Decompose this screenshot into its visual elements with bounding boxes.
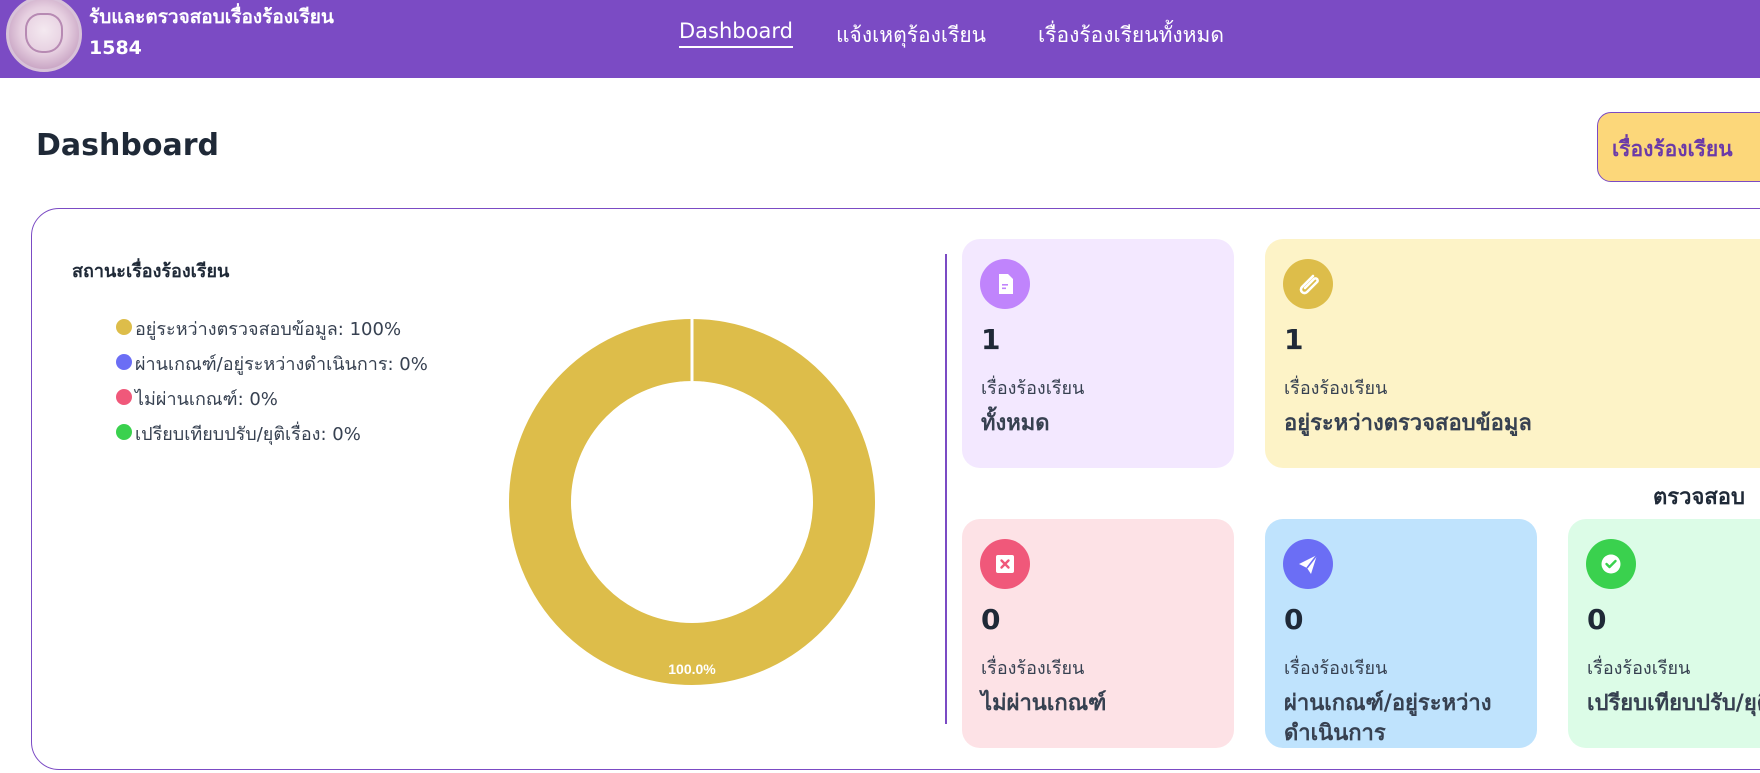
card-rejected-label: ไม่ผ่านเกณฑ์ xyxy=(981,691,1107,716)
slice-label: 100.0% xyxy=(668,661,716,677)
legend-label-rejected: ไม่ผ่านเกณฑ์: 0% xyxy=(135,389,278,410)
close-box-icon xyxy=(980,539,1030,589)
nav-dashboard[interactable]: Dashboard xyxy=(679,19,793,48)
card-rejected[interactable]: 0 เรื่องร้องเรียน ไม่ผ่านเกณฑ์ xyxy=(962,519,1234,748)
card-total[interactable]: 1 เรื่องร้องเรียน ทั้งหมด xyxy=(962,239,1234,468)
legend-dot-checking xyxy=(116,319,132,335)
card-in-progress[interactable]: 0 เรื่องร้องเรียน ผ่านเกณฑ์/อยู่ระหว่างด… xyxy=(1265,519,1537,748)
card-checking-subtitle: เรื่องร้องเรียน xyxy=(1284,378,1388,399)
legend-label-checking: อยู่ระหว่างตรวจสอบข้อมูล: 100% xyxy=(135,319,402,340)
chart-title: สถานะเรื่องร้องเรียน xyxy=(72,261,230,282)
main-nav: Dashboard แจ้งเหตุร้องเรียน เรื่องร้องเร… xyxy=(0,19,1760,59)
card-rejected-count: 0 xyxy=(981,603,1001,636)
complaints-button-label: เรื่องร้องเรียน xyxy=(1612,137,1733,161)
card-total-subtitle: เรื่องร้องเรียน xyxy=(981,378,1085,399)
complaints-button[interactable]: เรื่องร้องเรียน xyxy=(1597,112,1760,182)
nav-all-complaints[interactable]: เรื่องร้องเรียนทั้งหมด xyxy=(1038,19,1224,52)
panel-divider xyxy=(945,254,947,724)
document-icon xyxy=(980,259,1030,309)
check-badge-icon xyxy=(1586,539,1636,589)
card-settled-subtitle: เรื่องร้องเรียน xyxy=(1587,658,1691,679)
card-total-count: 1 xyxy=(981,323,1001,356)
page-title: Dashboard xyxy=(36,128,219,163)
card-settled[interactable]: 0 เรื่องร้องเรียน เปรียบเทียบปรับ/ยุติเร… xyxy=(1568,519,1760,748)
paperclip-icon xyxy=(1283,259,1333,309)
card-settled-count: 0 xyxy=(1587,603,1607,636)
nav-report-complaint[interactable]: แจ้งเหตุร้องเรียน xyxy=(836,19,986,52)
section-label-inspection: ตรวจสอบ xyxy=(1653,485,1745,510)
top-navbar: รับและตรวจสอบเรื่องร้องเรียน 1584 Dashbo… xyxy=(0,0,1760,78)
card-checking-count: 1 xyxy=(1284,323,1304,356)
card-settled-label: เปรียบเทียบปรับ/ยุติเรื่อง xyxy=(1587,691,1760,716)
legend-dot-in-progress xyxy=(116,354,132,370)
card-in-progress-count: 0 xyxy=(1284,603,1304,636)
donut-slice-0[interactable] xyxy=(509,319,875,685)
card-in-progress-label: ผ่านเกณฑ์/อยู่ระหว่างดำเนินการ xyxy=(1284,691,1492,746)
card-in-progress-subtitle: เรื่องร้องเรียน xyxy=(1284,658,1388,679)
legend-label-settled: เปรียบเทียบปรับ/ยุติเรื่อง: 0% xyxy=(135,424,361,445)
card-checking[interactable]: 1 เรื่องร้องเรียน อยู่ระหว่างตรวจสอบข้อม… xyxy=(1265,239,1760,468)
legend-label-in-progress: ผ่านเกณฑ์/อยู่ระหว่างดำเนินการ: 0% xyxy=(135,354,428,375)
card-total-label: ทั้งหมด xyxy=(981,411,1050,436)
send-icon xyxy=(1283,539,1333,589)
card-rejected-subtitle: เรื่องร้องเรียน xyxy=(981,658,1085,679)
legend-dot-settled xyxy=(116,424,132,440)
legend-dot-rejected xyxy=(116,389,132,405)
card-checking-label: อยู่ระหว่างตรวจสอบข้อมูล xyxy=(1284,411,1532,436)
status-donut-chart: 100.0% xyxy=(509,319,875,685)
